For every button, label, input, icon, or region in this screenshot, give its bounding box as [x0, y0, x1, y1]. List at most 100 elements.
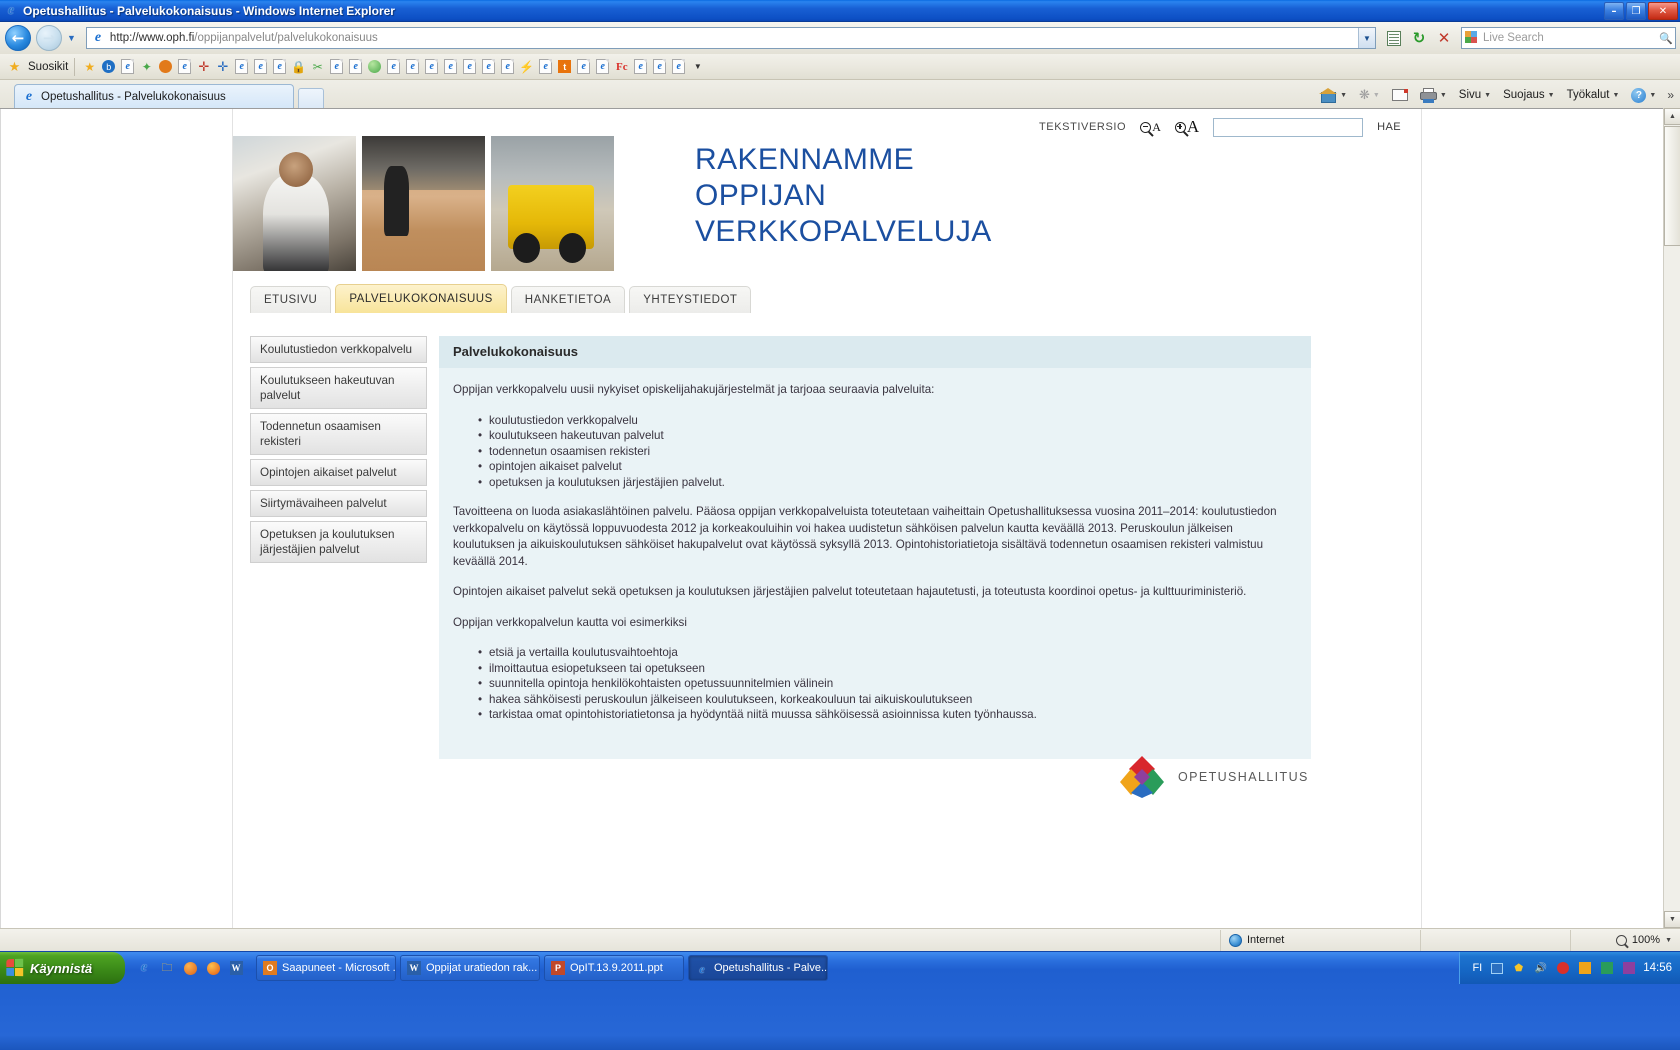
tray-app-icon-1[interactable] [1577, 961, 1592, 976]
minimize-button[interactable]: – [1604, 2, 1624, 20]
taskbar-item-powerpoint[interactable]: P OpIT.13.9.2011.ppt [544, 955, 684, 981]
quicklaunch-explorer-icon[interactable]: 🗀 [159, 960, 175, 976]
tray-volume-icon[interactable]: 🔊 [1533, 961, 1548, 976]
tools-menu[interactable]: Työkalut ▼ [1562, 84, 1625, 106]
bookmark-puzzle-icon[interactable]: ✦ [138, 59, 155, 75]
sidebar-item-koulutukseen-hakeutuvan-palvelut[interactable]: Koulutukseen hakeutuvan palvelut [250, 367, 427, 409]
sidebar-item-opintojen-aikaiset-palvelut[interactable]: Opintojen aikaiset palvelut [250, 459, 427, 486]
bookmark-scissors-icon[interactable]: ✂ [309, 59, 326, 75]
clock[interactable]: 14:56 [1643, 962, 1672, 974]
decrease-font-size-button[interactable]: A [1140, 120, 1161, 135]
new-tab-button[interactable] [298, 88, 324, 108]
bookmark-page-icon-2[interactable]: e [176, 59, 193, 75]
command-overflow-icon[interactable]: » [1663, 88, 1674, 102]
bookmark-page-icon-7[interactable]: e [347, 59, 364, 75]
sidebar-item-siirtymavaiheen-palvelut[interactable]: Siirtymävaiheen palvelut [250, 490, 427, 517]
bookmark-page-icon-13[interactable]: e [480, 59, 497, 75]
address-dropdown-icon[interactable]: ▼ [1358, 28, 1375, 48]
safety-menu[interactable]: Suojaus ▼ [1498, 84, 1560, 106]
bookmark-page-icon-18[interactable]: e [632, 59, 649, 75]
quicklaunch-word-icon[interactable]: W [228, 960, 244, 976]
feeds-button[interactable]: ❋ ▼ [1354, 84, 1385, 106]
favorites-overflow-icon[interactable]: ▼ [689, 59, 706, 75]
nav-tab-hanketietoa[interactable]: HANKETIETOA [510, 286, 626, 313]
bookmark-page-icon-4[interactable]: e [252, 59, 269, 75]
zoom-caret-icon[interactable]: ▼ [1665, 937, 1672, 944]
sidebar-item-opetuksen-ja-koulutuksen-jarjestajien-palvelut[interactable]: Opetuksen ja koulutuksen järjestäjien pa… [250, 521, 427, 563]
bookmark-globe-icon[interactable] [366, 59, 383, 75]
bookmark-page-icon-17[interactable]: e [594, 59, 611, 75]
tray-app-icon-2[interactable] [1599, 961, 1614, 976]
help-caret-icon[interactable]: ▼ [1649, 92, 1656, 99]
tray-network-icon[interactable] [1489, 961, 1504, 976]
maximize-button[interactable]: ❐ [1626, 2, 1646, 20]
browser-search-box[interactable]: Live Search 🔍 [1461, 27, 1676, 49]
bookmark-page-icon-20[interactable]: e [670, 59, 687, 75]
address-bar[interactable]: e http://www.oph.fi/oppijanpalvelut/palv… [85, 27, 1376, 49]
nav-tab-palvelukokonaisuus[interactable]: PALVELUKOKONAISUUS [335, 284, 507, 313]
bookmark-page-icon-9[interactable]: e [404, 59, 421, 75]
start-button[interactable]: Käynnistä [0, 952, 125, 984]
zoom-level-cell[interactable]: 100% ▼ [1570, 929, 1680, 951]
bookmark-page-icon-10[interactable]: e [423, 59, 440, 75]
tools-caret-icon[interactable]: ▼ [1612, 92, 1619, 99]
stop-icon[interactable]: ✕ [1433, 27, 1455, 49]
page-vertical-scrollbar[interactable]: ▲ ▼ [1663, 108, 1680, 928]
favorites-star-icon[interactable]: ★ [6, 59, 23, 75]
scroll-up-button[interactable]: ▲ [1664, 108, 1680, 125]
tray-shield-icon[interactable]: ⬟ [1511, 961, 1526, 976]
bookmark-page-icon-19[interactable]: e [651, 59, 668, 75]
search-go-icon[interactable]: 🔍 [1659, 32, 1673, 45]
nav-tab-etusivu[interactable]: ETUSIVU [250, 286, 332, 313]
scroll-down-button[interactable]: ▼ [1664, 911, 1680, 928]
back-button[interactable]: ← [5, 25, 31, 51]
favorites-label[interactable]: Suosikit [28, 61, 68, 73]
add-to-favorites-icon[interactable]: ★ [81, 59, 98, 75]
bookmark-fc-icon[interactable]: Fc [613, 59, 630, 75]
taskbar-item-internet-explorer[interactable]: e Opetushallitus - Palve... [688, 955, 828, 981]
quicklaunch-firefox-icon[interactable] [205, 960, 221, 976]
bookmark-page-icon-6[interactable]: e [328, 59, 345, 75]
bookmark-blue-icon[interactable]: b [100, 59, 117, 75]
mail-button[interactable] [1387, 84, 1413, 106]
home-caret-icon[interactable]: ▼ [1340, 92, 1347, 99]
scrollbar-thumb[interactable] [1664, 126, 1680, 246]
compatibility-view-icon[interactable] [1383, 27, 1405, 49]
forward-button[interactable]: → [36, 25, 62, 51]
sidebar-item-todennetun-osaamisen-rekisteri[interactable]: Todennetun osaamisen rekisteri [250, 413, 427, 455]
tray-antivirus-icon[interactable] [1555, 961, 1570, 976]
bookmark-page-icon-8[interactable]: e [385, 59, 402, 75]
bookmark-page-icon-5[interactable]: e [271, 59, 288, 75]
close-button[interactable]: ✕ [1648, 2, 1678, 20]
quicklaunch-media-icon[interactable] [182, 960, 198, 976]
taskbar-item-word-doc[interactable]: W Oppijat uratiedon rak... [400, 955, 540, 981]
bookmark-page-icon-15[interactable]: e [537, 59, 554, 75]
quicklaunch-ie-icon[interactable]: e [136, 960, 152, 976]
site-search-input[interactable] [1213, 117, 1364, 137]
home-button[interactable]: ▼ [1315, 84, 1352, 106]
increase-font-size-button[interactable]: A [1174, 117, 1199, 137]
feeds-caret-icon[interactable]: ▼ [1373, 92, 1380, 99]
site-search-button[interactable]: HAE [1377, 121, 1401, 133]
bookmark-orange-icon[interactable] [157, 59, 174, 75]
bookmark-plus-icon-1[interactable]: ✛ [195, 59, 212, 75]
bookmark-flash-icon[interactable]: ⚡ [518, 59, 535, 75]
browser-tab[interactable]: e Opetushallitus - Palvelukokonaisuus [14, 84, 294, 108]
recent-pages-dropdown-icon[interactable]: ▼ [67, 33, 76, 43]
print-button[interactable]: ▼ [1415, 84, 1452, 106]
bookmark-plus-icon-2[interactable]: ✛ [214, 59, 231, 75]
taskbar-item-outlook[interactable]: O Saapuneet - Microsoft ... [256, 955, 396, 981]
sidebar-item-koulutustiedon-verkkopalvelu[interactable]: Koulutustiedon verkkopalvelu [250, 336, 427, 363]
tray-app-icon-3[interactable] [1621, 961, 1636, 976]
bookmark-page-icon-11[interactable]: e [442, 59, 459, 75]
bookmark-tumblr-icon[interactable]: t [556, 59, 573, 75]
print-caret-icon[interactable]: ▼ [1440, 92, 1447, 99]
bookmark-page-icon-12[interactable]: e [461, 59, 478, 75]
help-button[interactable]: ? ▼ [1626, 84, 1661, 106]
refresh-icon[interactable]: ↻ [1408, 27, 1430, 49]
safety-caret-icon[interactable]: ▼ [1548, 92, 1555, 99]
bookmark-page-icon-14[interactable]: e [499, 59, 516, 75]
bookmark-lock-icon[interactable]: 🔒 [290, 59, 307, 75]
page-caret-icon[interactable]: ▼ [1484, 92, 1491, 99]
page-menu[interactable]: Sivu ▼ [1454, 84, 1496, 106]
